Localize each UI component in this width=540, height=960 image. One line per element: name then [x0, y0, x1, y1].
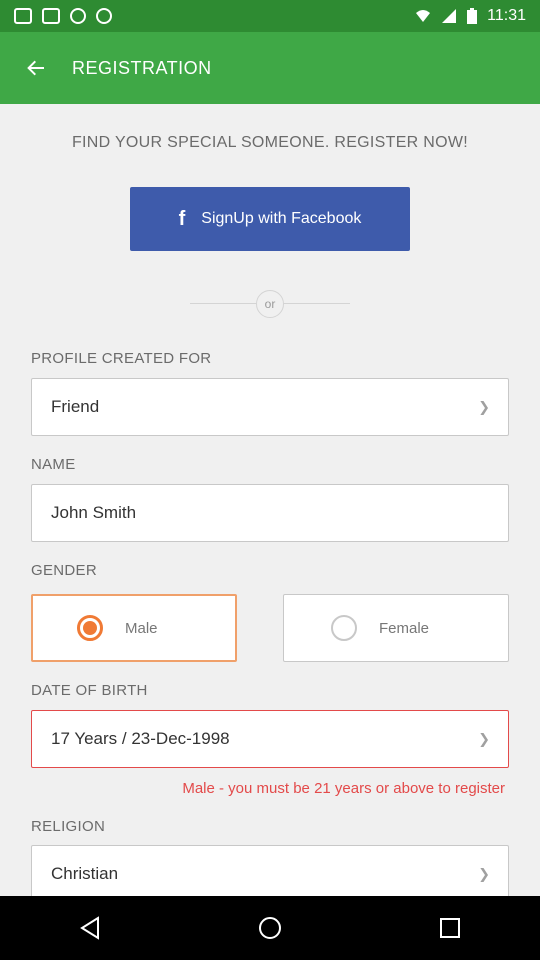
chevron-right-icon: ❯: [478, 865, 490, 882]
notification-icon: [42, 8, 60, 24]
or-badge: or: [256, 290, 284, 318]
tagline: FIND YOUR SPECIAL SOMEONE. REGISTER NOW!: [71, 134, 469, 151]
wifi-icon: [416, 10, 431, 22]
gender-label: GENDER: [31, 562, 97, 579]
notification-icon: [96, 8, 112, 24]
name-value: John Smith: [51, 503, 137, 522]
nav-recents-icon: [440, 918, 460, 938]
religion-value: Christian: [51, 864, 119, 883]
registration-form: FIND YOUR SPECIAL SOMEONE. REGISTER NOW!…: [0, 104, 540, 896]
gender-female-label: Female: [379, 619, 430, 637]
radio-unchecked-icon: [331, 615, 357, 641]
nav-home-button[interactable]: [240, 898, 300, 958]
app-bar: REGISTRATION: [0, 32, 540, 104]
status-time: 11:31: [487, 7, 526, 24]
dob-error-message: Male - you must be 21 years or above to …: [182, 780, 505, 797]
page-title: REGISTRATION: [72, 57, 212, 78]
nav-back-icon: [80, 916, 99, 940]
name-label: NAME: [31, 456, 76, 473]
status-bar-system: 11:31: [415, 7, 526, 25]
dob-select[interactable]: 17 Years / 23-Dec-1998 ❯: [31, 710, 509, 768]
religion-select[interactable]: Christian ❯: [31, 845, 509, 896]
gender-male-label: Male: [125, 619, 158, 637]
battery-icon: [467, 8, 478, 24]
religion-label: RELIGION: [31, 818, 106, 835]
arrow-back-icon: [27, 60, 44, 76]
status-bar: 11:31: [0, 0, 540, 32]
facebook-icon: f: [178, 207, 186, 230]
profile-for-label: PROFILE CREATED FOR: [31, 350, 212, 367]
status-bar-notifications: [14, 8, 112, 24]
chevron-right-icon: ❯: [478, 398, 490, 415]
dob-value: 17 Years / 23-Dec-1998: [51, 729, 230, 748]
nav-back-button[interactable]: [60, 898, 120, 958]
radio-checked-icon: [77, 615, 103, 641]
facebook-signup-button[interactable]: f SignUp with Facebook: [130, 187, 410, 251]
profile-for-select[interactable]: Friend ❯: [31, 378, 509, 436]
system-nav-bar: [0, 896, 540, 960]
nav-recents-button[interactable]: [420, 898, 480, 958]
name-input[interactable]: John Smith: [31, 484, 509, 542]
gender-option-female[interactable]: Female: [283, 594, 509, 662]
nav-home-icon: [259, 917, 281, 939]
dob-label: DATE OF BIRTH: [31, 682, 148, 699]
or-divider: or: [190, 290, 350, 318]
gender-option-male[interactable]: Male: [31, 594, 237, 662]
notification-icon: [70, 8, 86, 24]
chevron-right-icon: ❯: [478, 730, 490, 747]
facebook-signup-label: SignUp with Facebook: [201, 210, 362, 227]
notification-icon: [14, 8, 32, 24]
profile-for-value: Friend: [51, 397, 100, 416]
signal-icon: [442, 9, 457, 23]
back-button[interactable]: [0, 32, 72, 104]
